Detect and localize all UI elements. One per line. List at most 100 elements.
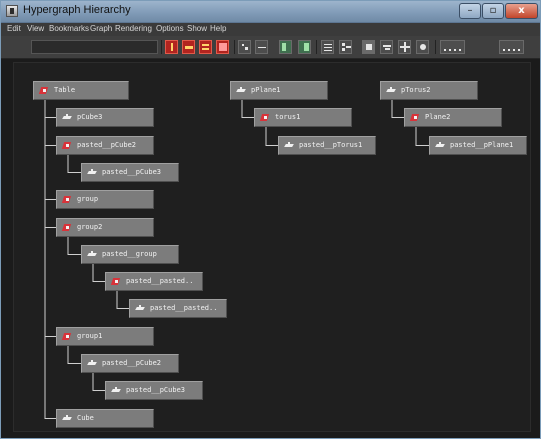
mesh-node-icon — [63, 415, 72, 422]
node-pasted-pcube2[interactable]: pasted__pCube2 — [56, 136, 154, 155]
frame-all-icon[interactable] — [279, 40, 292, 54]
node-label: Plane2 — [425, 113, 451, 121]
menu-options[interactable]: Options — [156, 24, 184, 33]
node-label: pasted__group — [102, 250, 157, 258]
wire-table-to-cube — [44, 100, 56, 419]
transform-node-icon — [63, 142, 72, 149]
transform-node-icon — [63, 196, 72, 203]
wire-table-to-group1 — [44, 100, 56, 337]
node-label: pPlane1 — [251, 86, 281, 94]
node-pasted-pcube3-b[interactable]: pasted__pCube3 — [105, 381, 203, 400]
node-label: Table — [54, 86, 76, 94]
dots-icon[interactable] — [499, 40, 524, 54]
wire-plane2-to-pasted-pplane1 — [415, 127, 429, 146]
node-group2[interactable]: group2 — [56, 218, 154, 237]
node-plane2[interactable]: Plane2 — [404, 108, 502, 127]
node-torus1[interactable]: torus1 — [254, 108, 352, 127]
node-label: pTorus2 — [401, 86, 431, 94]
transform-node-icon — [63, 224, 72, 231]
wire-group2-to-pasted-group — [67, 237, 81, 255]
menu-rendering[interactable]: Rendering — [115, 24, 152, 33]
transform-node-icon — [63, 333, 72, 340]
wire-table-to-pcube3 — [44, 100, 56, 118]
toolbar — [1, 36, 540, 59]
hierarchy-icon[interactable] — [339, 40, 352, 54]
transform-node-icon — [112, 278, 121, 285]
wire-pplane1-to-torus1 — [241, 100, 254, 118]
wire-pasted-group-to-pasted-pasted-1 — [92, 264, 105, 282]
menu-show[interactable]: Show — [187, 24, 207, 33]
toolbar-separator — [161, 40, 162, 54]
window-title: Hypergraph Hierarchy — [23, 4, 131, 16]
mesh-node-icon — [88, 251, 97, 258]
node-ptorus2[interactable]: pTorus2 — [380, 81, 478, 100]
node-label: group1 — [77, 332, 103, 340]
options-icon[interactable] — [416, 40, 429, 54]
node-pasted-pplane1[interactable]: pasted__pPlane1 — [429, 136, 527, 155]
menu-bar: Edit View Bookmarks Graph Rendering Opti… — [1, 23, 540, 36]
node-label: torus1 — [275, 113, 301, 121]
layers-red-icon[interactable] — [199, 40, 212, 54]
grid-icon[interactable] — [440, 40, 465, 54]
menu-view[interactable]: View — [27, 24, 44, 33]
node-pasted-pcube3[interactable]: pasted__pCube3 — [81, 163, 179, 182]
wire-table-to-pasted-pcube2 — [44, 100, 56, 146]
menu-bookmarks[interactable]: Bookmarks — [49, 24, 89, 33]
hypergraph-canvas[interactable]: Table pCube3 pasted__pCube2 pasted__pCube3 g… — [13, 62, 531, 432]
mesh-node-icon — [436, 142, 445, 149]
mesh-node-icon — [63, 114, 72, 121]
node-pcube3[interactable]: pCube3 — [56, 108, 154, 127]
node-label: Cube — [77, 414, 94, 422]
menu-graph[interactable]: Graph — [90, 24, 112, 33]
node-label: pasted__pCube3 — [126, 386, 186, 394]
zoom-in-icon[interactable] — [238, 40, 251, 54]
node-pasted-pcube2-b[interactable]: pasted__pCube2 — [81, 354, 179, 373]
node-pasted-ptorus1[interactable]: pasted__pTorus1 — [278, 136, 376, 155]
key-red-icon[interactable] — [182, 40, 195, 54]
wire-group1-to-pasted-pcube2-b — [67, 346, 81, 364]
node-pasted-group[interactable]: pasted__group — [81, 245, 179, 264]
node-label: pCube3 — [77, 113, 103, 121]
align-icon[interactable] — [321, 40, 334, 54]
minimize-button[interactable]: – — [459, 3, 481, 19]
transform-node-icon — [411, 114, 420, 121]
node-pasted-pasted-2[interactable]: pasted__pasted.. — [129, 299, 227, 318]
wire-pasted-pcube2-to-pasted-pcube3 — [67, 155, 81, 173]
node-label: group2 — [77, 223, 103, 231]
node-group1[interactable]: group1 — [56, 327, 154, 346]
node-label: pasted__pasted.. — [150, 304, 218, 312]
close-button[interactable]: x — [505, 3, 538, 19]
frame-selected-icon[interactable] — [298, 40, 311, 54]
expand-red-icon[interactable] — [216, 40, 229, 54]
menu-edit[interactable]: Edit — [7, 24, 21, 33]
node-pplane1[interactable]: pPlane1 — [230, 81, 328, 100]
node-label: pasted__pTorus1 — [299, 141, 363, 149]
maximize-button[interactable]: ▫ — [482, 3, 504, 19]
toolbar-separator — [435, 40, 436, 54]
app-icon — [6, 5, 18, 17]
node-table[interactable]: Table — [33, 81, 129, 100]
name-field[interactable] — [31, 40, 158, 54]
render-icon[interactable] — [362, 40, 375, 54]
mesh-node-icon — [112, 387, 121, 394]
zoom-out-icon[interactable] — [255, 40, 268, 54]
title-bar[interactable]: Hypergraph Hierarchy – ▫ x — [1, 1, 540, 23]
node-pasted-pasted-1[interactable]: pasted__pasted.. — [105, 272, 203, 291]
toggle-icon[interactable] — [380, 40, 393, 54]
node-cube[interactable]: Cube — [56, 409, 154, 428]
mesh-node-icon — [88, 169, 97, 176]
mesh-node-icon — [387, 87, 396, 94]
transform-node-icon — [261, 114, 270, 121]
wire-torus1-to-pasted-ptorus1 — [265, 127, 278, 146]
toolbar-separator — [316, 40, 317, 54]
filter-red-icon[interactable] — [165, 40, 178, 54]
node-group[interactable]: group — [56, 190, 154, 209]
mesh-node-icon — [136, 305, 145, 312]
menu-help[interactable]: Help — [210, 24, 226, 33]
node-label: pasted__pCube2 — [77, 141, 137, 149]
layout-icon[interactable] — [398, 40, 411, 54]
mesh-node-icon — [285, 142, 294, 149]
wire-pasted-pcube2-b-to-pasted-pcube3-b — [92, 373, 105, 391]
node-label: pasted__pPlane1 — [450, 141, 514, 149]
node-label: pasted__pCube2 — [102, 359, 162, 367]
